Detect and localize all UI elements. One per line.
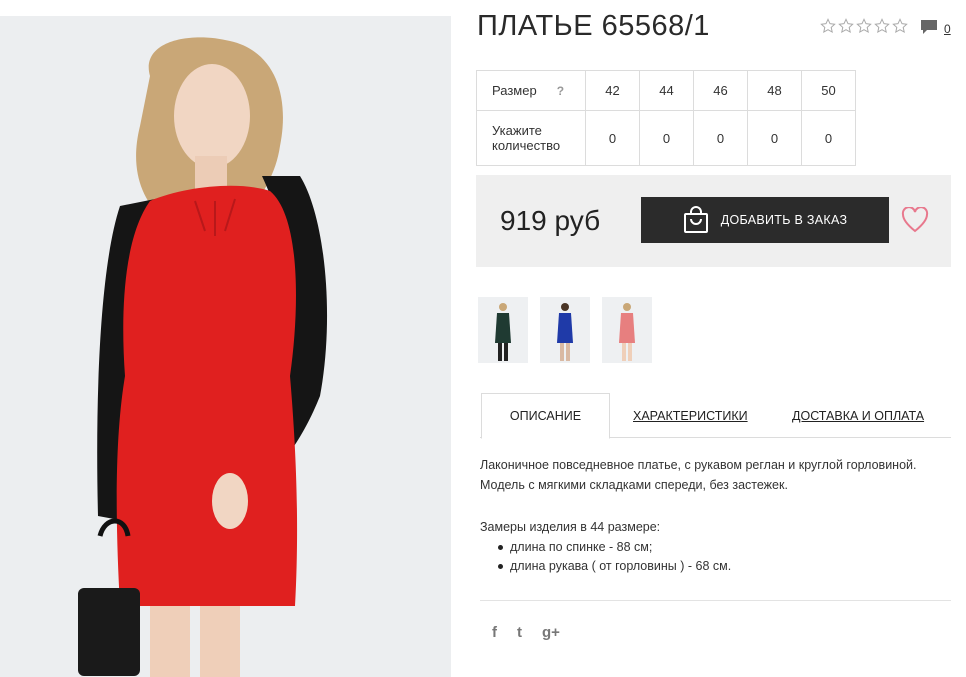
quantity-input[interactable]: 0 — [585, 110, 640, 166]
comment-icon — [921, 20, 937, 34]
quantity-input[interactable]: 0 — [801, 110, 856, 166]
measurements-list: длина по спинке - 88 см; длина рукава ( … — [480, 538, 731, 576]
star-icon[interactable] — [856, 18, 872, 34]
thumbnail-blue-dress[interactable] — [540, 297, 590, 363]
size-option: 46 — [693, 70, 748, 111]
facebook-icon[interactable]: f — [492, 624, 497, 641]
measurements-title: Замеры изделия в 44 размере: — [480, 520, 661, 534]
list-item: длина рукава ( от горловины ) - 68 см. — [480, 557, 731, 576]
twitter-icon[interactable]: t — [517, 624, 522, 641]
star-icon[interactable] — [838, 18, 854, 34]
measurements: Замеры изделия в 44 размере: длина по сп… — [480, 518, 731, 576]
comments-count[interactable]: 0 — [944, 22, 951, 36]
quantity-input[interactable]: 0 — [693, 110, 748, 166]
thumbnail-image — [619, 303, 635, 361]
product-title: ПЛАТЬЕ 65568/1 — [477, 10, 710, 42]
list-item: длина по спинке - 88 см; — [480, 538, 731, 557]
price-panel: 919 руб ДОБАВИТЬ В ЗАКАЗ — [476, 175, 951, 267]
size-option: 48 — [747, 70, 802, 111]
quantity-label: Укажите количество — [476, 110, 586, 166]
description-line: Модель с мягкими складками спереди, без … — [480, 478, 788, 492]
google-plus-icon[interactable]: g+ — [542, 624, 560, 641]
comments-link[interactable]: 0 — [920, 19, 951, 36]
size-help-icon[interactable]: ? — [557, 84, 564, 99]
thumbnail-red-dress[interactable] — [602, 297, 652, 363]
divider — [480, 600, 951, 601]
tab-specs[interactable]: ХАРАКТЕРИСТИКИ — [633, 393, 748, 438]
model-illustration — [78, 37, 328, 677]
add-to-order-button[interactable]: ДОБАВИТЬ В ЗАКАЗ — [641, 197, 889, 243]
thumbnail-image — [557, 303, 573, 361]
color-thumbnails — [478, 297, 652, 363]
price: 919 руб — [500, 205, 601, 236]
tab-delivery[interactable]: ДОСТАВКА И ОПЛАТА — [792, 393, 924, 438]
quantity-input[interactable]: 0 — [747, 110, 802, 166]
heart-icon[interactable] — [901, 207, 929, 233]
thumbnail-green-dress[interactable] — [478, 297, 528, 363]
product-tabs: ОПИСАНИЕ ХАРАКТЕРИСТИКИ ДОСТАВКА И ОПЛАТ… — [480, 393, 951, 439]
star-icon[interactable] — [874, 18, 890, 34]
size-table: Размер? 42 44 46 48 50 Укажите количеств… — [476, 70, 856, 166]
size-label: Размер — [492, 82, 537, 98]
rating-stars[interactable] — [820, 18, 908, 34]
description-line: Лаконичное повседневное платье, с рукаво… — [480, 458, 917, 472]
add-to-order-label: ДОБАВИТЬ В ЗАКАЗ — [720, 213, 848, 227]
social-share: f t g+ — [492, 624, 560, 641]
size-row: Размер? 42 44 46 48 50 — [476, 70, 856, 111]
star-icon[interactable] — [892, 18, 908, 34]
product-main-photo[interactable] — [0, 16, 451, 677]
thumbnail-image — [495, 303, 511, 361]
shopping-bag-icon — [683, 206, 709, 234]
tab-description[interactable]: ОПИСАНИЕ — [481, 393, 610, 439]
size-label-cell: Размер? — [476, 70, 586, 111]
size-option: 50 — [801, 70, 856, 111]
quantity-input[interactable]: 0 — [639, 110, 694, 166]
size-option: 44 — [639, 70, 694, 111]
size-option: 42 — [585, 70, 640, 111]
star-icon[interactable] — [820, 18, 836, 34]
quantity-row: Укажите количество 0 0 0 0 0 — [476, 110, 856, 166]
description-text: Лаконичное повседневное платье, с рукаво… — [480, 455, 960, 495]
